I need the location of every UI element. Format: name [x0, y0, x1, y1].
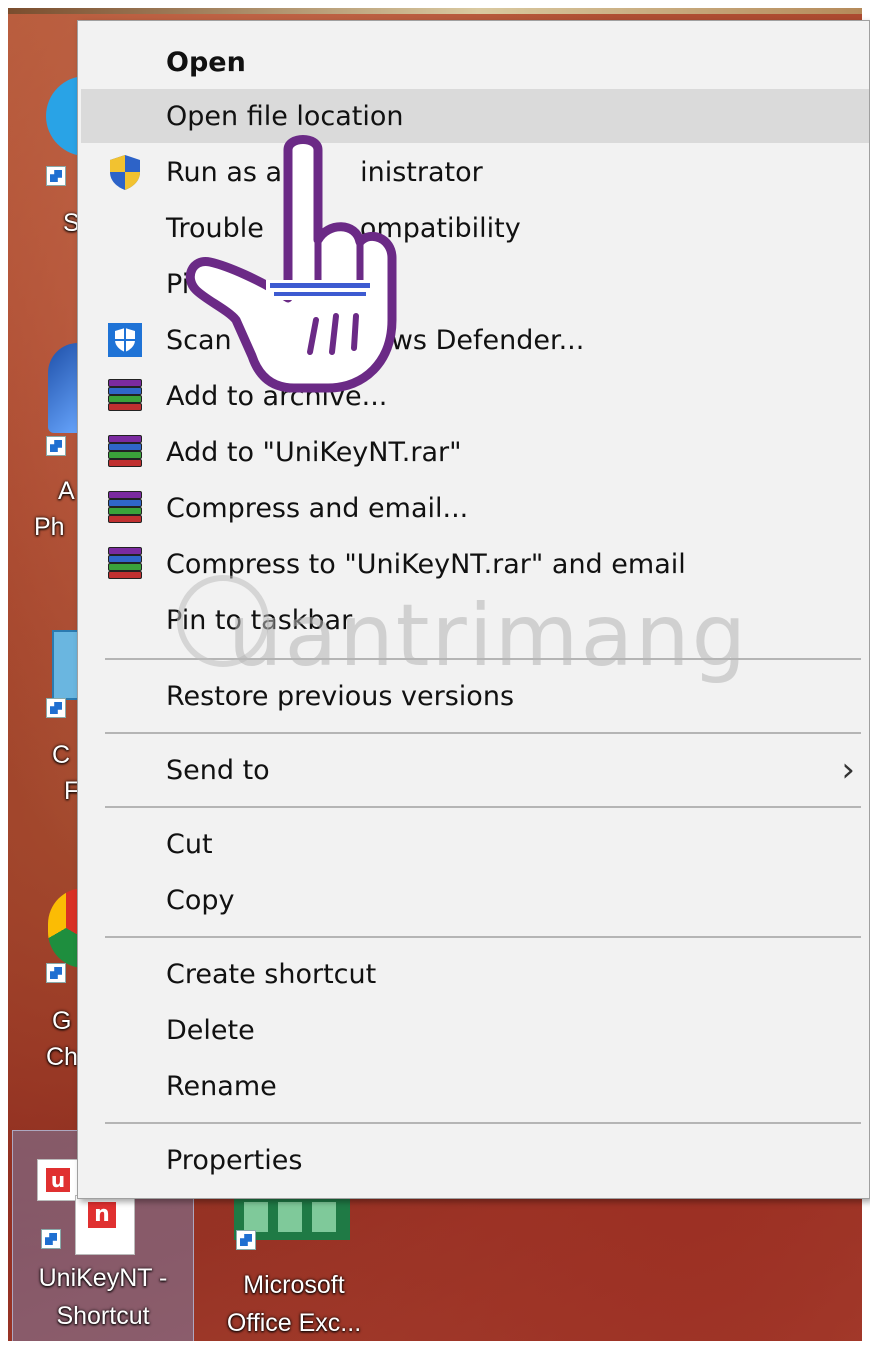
shortcut-arrow-icon — [46, 436, 66, 456]
shortcut-arrow-icon — [46, 166, 66, 186]
unikey-icon-large: n — [75, 1195, 135, 1255]
desktop-icon-label: Ch — [46, 1043, 78, 1071]
menu-item-label: Open — [166, 46, 246, 78]
menu-item-add-to-archive[interactable]: Add to archive... — [81, 369, 869, 423]
menu-item-compress-and-email[interactable]: Compress and email... — [81, 481, 869, 535]
menu-item-label: Send to — [166, 754, 270, 786]
winrar-icon — [106, 377, 144, 415]
winrar-icon — [106, 545, 144, 583]
shield-uac-icon — [110, 155, 140, 190]
menu-item-troubleshoot-compatibility[interactable]: Trouble ompatibility — [81, 201, 869, 255]
menu-item-open-file-location[interactable]: Open file location — [81, 89, 869, 143]
menu-item-label: Delete — [166, 1014, 255, 1046]
shortcut-arrow-icon — [46, 963, 66, 983]
desktop-icon-label: Ph — [34, 513, 65, 541]
menu-item-add-to-rar[interactable]: Add to "UniKeyNT.rar" — [81, 425, 869, 479]
windows-defender-icon — [108, 323, 142, 357]
desktop-icon-label: G — [52, 1007, 72, 1035]
menu-item-label: Pi — [166, 268, 190, 300]
chevron-right-icon: › — [841, 750, 855, 790]
menu-item-label: Compress to "UniKeyNT.rar" and email — [166, 548, 686, 580]
shortcut-arrow-icon — [41, 1229, 61, 1249]
winrar-icon — [106, 433, 144, 471]
menu-item-label: Compress and email... — [166, 492, 469, 524]
shortcut-arrow-icon — [46, 698, 66, 718]
menu-item-label: Trouble ompatibility — [166, 212, 521, 244]
desktop-icon-label: UniKeyNT - Shortcut — [38, 1264, 168, 1330]
menu-separator — [105, 806, 861, 808]
menu-item-restore-previous-versions[interactable]: Restore previous versions — [81, 669, 869, 723]
menu-item-send-to[interactable]: Send to › — [81, 743, 869, 797]
menu-item-copy[interactable]: Copy — [81, 873, 869, 927]
menu-separator — [105, 732, 861, 734]
menu-item-pin-to-start[interactable]: Pi — [81, 257, 869, 311]
menu-item-label: Restore previous versions — [166, 680, 515, 712]
shortcut-arrow-icon — [236, 1230, 256, 1250]
context-menu: Open Open file location Run as a inistrat… — [77, 20, 870, 1199]
menu-item-label: Create shortcut — [166, 958, 377, 990]
desktop-icon-label: Microsoft Office Exc... — [226, 1271, 362, 1337]
desktop-top-edge — [8, 8, 862, 14]
desktop-icon-label: A — [58, 477, 75, 505]
menu-item-cut[interactable]: Cut — [81, 817, 869, 871]
winrar-icon — [106, 489, 144, 527]
menu-item-label: Copy — [166, 884, 235, 916]
menu-separator — [105, 1122, 861, 1124]
menu-item-rename[interactable]: Rename — [81, 1059, 869, 1113]
menu-item-label: Add to "UniKeyNT.rar" — [166, 436, 462, 468]
menu-item-label: Rename — [166, 1070, 277, 1102]
menu-item-label: Add to archive... — [166, 380, 388, 412]
menu-item-open[interactable]: Open — [81, 35, 869, 89]
menu-item-delete[interactable]: Delete — [81, 1003, 869, 1057]
unikey-icon: u — [37, 1159, 79, 1201]
menu-separator — [105, 936, 861, 938]
menu-item-label: Properties — [166, 1144, 303, 1176]
watermark-logo-icon — [177, 575, 269, 667]
menu-item-label: Run as a inistrator — [166, 156, 483, 188]
menu-item-scan-with-windows-defender[interactable]: Scan w ows Defender... — [81, 313, 869, 367]
menu-item-create-shortcut[interactable]: Create shortcut — [81, 947, 869, 1001]
menu-item-label: Cut — [166, 828, 213, 860]
menu-item-label: Scan w ows Defender... — [166, 324, 585, 356]
desktop-icon-label: C — [52, 741, 71, 769]
menu-item-properties[interactable]: Properties — [81, 1133, 869, 1187]
menu-item-label: Open file location — [166, 100, 404, 132]
menu-item-run-as-administrator[interactable]: Run as a inistrator — [81, 145, 869, 199]
